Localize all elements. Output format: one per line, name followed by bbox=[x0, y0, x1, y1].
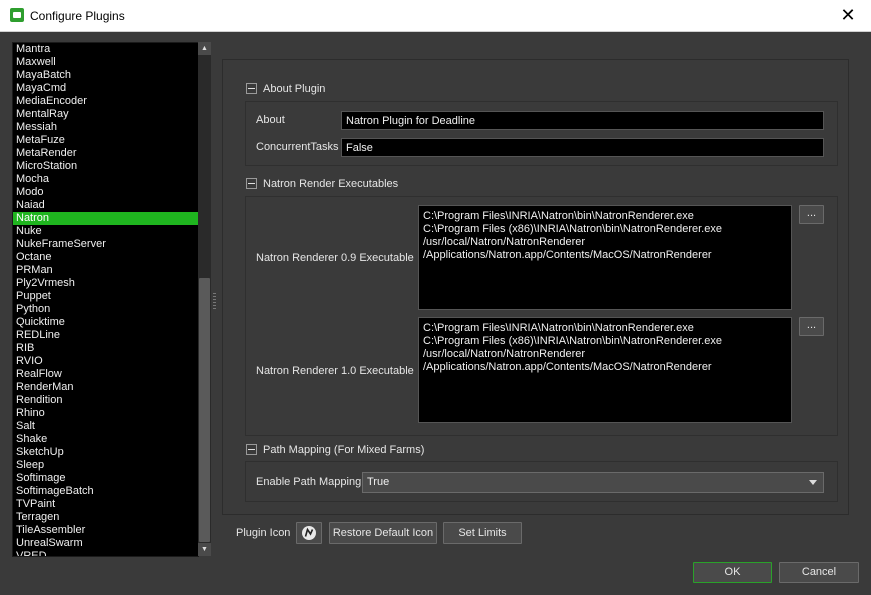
plugin-list-item[interactable]: VRED bbox=[13, 550, 198, 556]
plugin-list-item[interactable]: RenderMan bbox=[13, 381, 198, 394]
enable-path-mapping-select[interactable]: True bbox=[362, 472, 824, 493]
about-plugin-header[interactable]: About Plugin bbox=[246, 81, 325, 97]
plugin-list-item[interactable]: Mocha bbox=[13, 173, 198, 186]
about-label: About bbox=[256, 114, 285, 126]
restore-default-icon-button[interactable]: Restore Default Icon bbox=[329, 522, 437, 544]
chevron-down-icon bbox=[809, 480, 817, 485]
collapse-icon[interactable] bbox=[246, 177, 257, 189]
plugin-icon-label: Plugin Icon bbox=[236, 527, 291, 539]
plugin-list-item[interactable]: Softimage bbox=[13, 472, 198, 485]
plugin-list-item[interactable]: Python bbox=[13, 303, 198, 316]
plugin-list-item[interactable]: Quicktime bbox=[13, 316, 198, 329]
plugin-list[interactable]: Mantra Maxwell MayaBatch MayaCmd MediaEncode… bbox=[12, 42, 199, 557]
plugin-list-item[interactable]: MetaFuze bbox=[13, 134, 198, 147]
plugin-list-item[interactable]: RealFlow bbox=[13, 368, 198, 381]
plugin-list-item[interactable]: Puppet bbox=[13, 290, 198, 303]
renderer-09-browse-button[interactable]: ... bbox=[799, 205, 824, 224]
scroll-up-arrow-icon[interactable]: ▲ bbox=[198, 42, 211, 55]
plugin-list-item[interactable]: Terragen bbox=[13, 511, 198, 524]
collapse-icon[interactable] bbox=[246, 443, 257, 455]
plugin-list-scrollbar[interactable]: ▲ ▼ bbox=[198, 42, 211, 556]
plugin-list-item[interactable]: Messiah bbox=[13, 121, 198, 134]
deadline-app-icon bbox=[10, 8, 24, 22]
renderer-09-paths[interactable]: C:\Program Files\INRIA\Natron\bin\Natron… bbox=[418, 205, 792, 310]
renderer-09-label: Natron Renderer 0.9 Executable bbox=[256, 252, 414, 264]
about-plugin-title: About Plugin bbox=[263, 83, 326, 95]
concurrent-tasks-label: ConcurrentTasks bbox=[256, 141, 339, 153]
plugin-list-item[interactable]: REDLine bbox=[13, 329, 198, 342]
path-mapping-header[interactable]: Path Mapping (For Mixed Farms) bbox=[246, 442, 424, 458]
plugin-list-item[interactable]: Nuke bbox=[13, 225, 198, 238]
configure-plugins-window: Configure Plugins ✕ Mantra Maxwell MayaBat… bbox=[0, 0, 871, 595]
renderer-10-label: Natron Renderer 1.0 Executable bbox=[256, 365, 414, 377]
scroll-down-arrow-icon[interactable]: ▼ bbox=[198, 543, 211, 556]
ok-button[interactable]: OK bbox=[693, 562, 772, 583]
splitter-handle[interactable] bbox=[213, 293, 216, 311]
plugin-list-item[interactable]: TileAssembler bbox=[13, 524, 198, 537]
title-bar: Configure Plugins ✕ bbox=[0, 0, 871, 32]
plugin-list-item[interactable]: Octane bbox=[13, 251, 198, 264]
plugin-list-item[interactable]: Shake bbox=[13, 433, 198, 446]
plugin-list-item[interactable]: Rhino bbox=[13, 407, 198, 420]
plugin-list-item[interactable]: MetaRender bbox=[13, 147, 198, 160]
plugin-list-item[interactable]: TVPaint bbox=[13, 498, 198, 511]
cancel-button[interactable]: Cancel bbox=[779, 562, 859, 583]
concurrent-tasks-field[interactable]: False bbox=[341, 138, 824, 157]
set-limits-button[interactable]: Set Limits bbox=[443, 522, 522, 544]
plugin-list-item[interactable]: Naiad bbox=[13, 199, 198, 212]
plugin-list-item[interactable]: Rendition bbox=[13, 394, 198, 407]
plugin-list-item[interactable]: NukeFrameServer bbox=[13, 238, 198, 251]
plugin-list-item[interactable]: SketchUp bbox=[13, 446, 198, 459]
plugin-list-item[interactable]: Sleep bbox=[13, 459, 198, 472]
plugin-list-item[interactable]: RIB bbox=[13, 342, 198, 355]
plugin-icon-button[interactable] bbox=[296, 522, 322, 544]
plugin-list-item[interactable]: MayaCmd bbox=[13, 82, 198, 95]
about-field[interactable]: Natron Plugin for Deadline bbox=[341, 111, 824, 130]
plugin-list-item[interactable]: Salt bbox=[13, 420, 198, 433]
scrollbar-thumb[interactable] bbox=[199, 278, 210, 542]
executables-header[interactable]: Natron Render Executables bbox=[246, 176, 398, 192]
enable-path-mapping-label: Enable Path Mapping bbox=[256, 476, 362, 488]
renderer-10-browse-button[interactable]: ... bbox=[799, 317, 824, 336]
plugin-list-item[interactable]: MentalRay bbox=[13, 108, 198, 121]
plugin-list-item[interactable]: Natron bbox=[13, 212, 198, 225]
plugin-list-item[interactable]: RVIO bbox=[13, 355, 198, 368]
plugin-list-item[interactable]: Ply2Vrmesh bbox=[13, 277, 198, 290]
plugin-list-item[interactable]: MicroStation bbox=[13, 160, 198, 173]
path-mapping-title: Path Mapping (For Mixed Farms) bbox=[263, 444, 425, 456]
plugin-list-item[interactable]: Maxwell bbox=[13, 56, 198, 69]
window-title: Configure Plugins bbox=[30, 9, 125, 23]
plugin-list-item[interactable]: UnrealSwarm bbox=[13, 537, 198, 550]
enable-path-mapping-value: True bbox=[367, 476, 390, 488]
plugin-list-item[interactable]: PRMan bbox=[13, 264, 198, 277]
plugin-list-item[interactable]: MediaEncoder bbox=[13, 95, 198, 108]
collapse-icon[interactable] bbox=[246, 82, 257, 94]
close-icon[interactable]: ✕ bbox=[825, 0, 871, 31]
plugin-list-item[interactable]: MayaBatch bbox=[13, 69, 198, 82]
plugin-list-item[interactable]: SoftimageBatch bbox=[13, 485, 198, 498]
natron-icon bbox=[302, 526, 316, 540]
plugin-list-item[interactable]: Mantra bbox=[13, 43, 198, 56]
plugin-list-item[interactable]: Modo bbox=[13, 186, 198, 199]
renderer-10-paths[interactable]: C:\Program Files\INRIA\Natron\bin\Natron… bbox=[418, 317, 792, 423]
executables-title: Natron Render Executables bbox=[263, 178, 399, 190]
